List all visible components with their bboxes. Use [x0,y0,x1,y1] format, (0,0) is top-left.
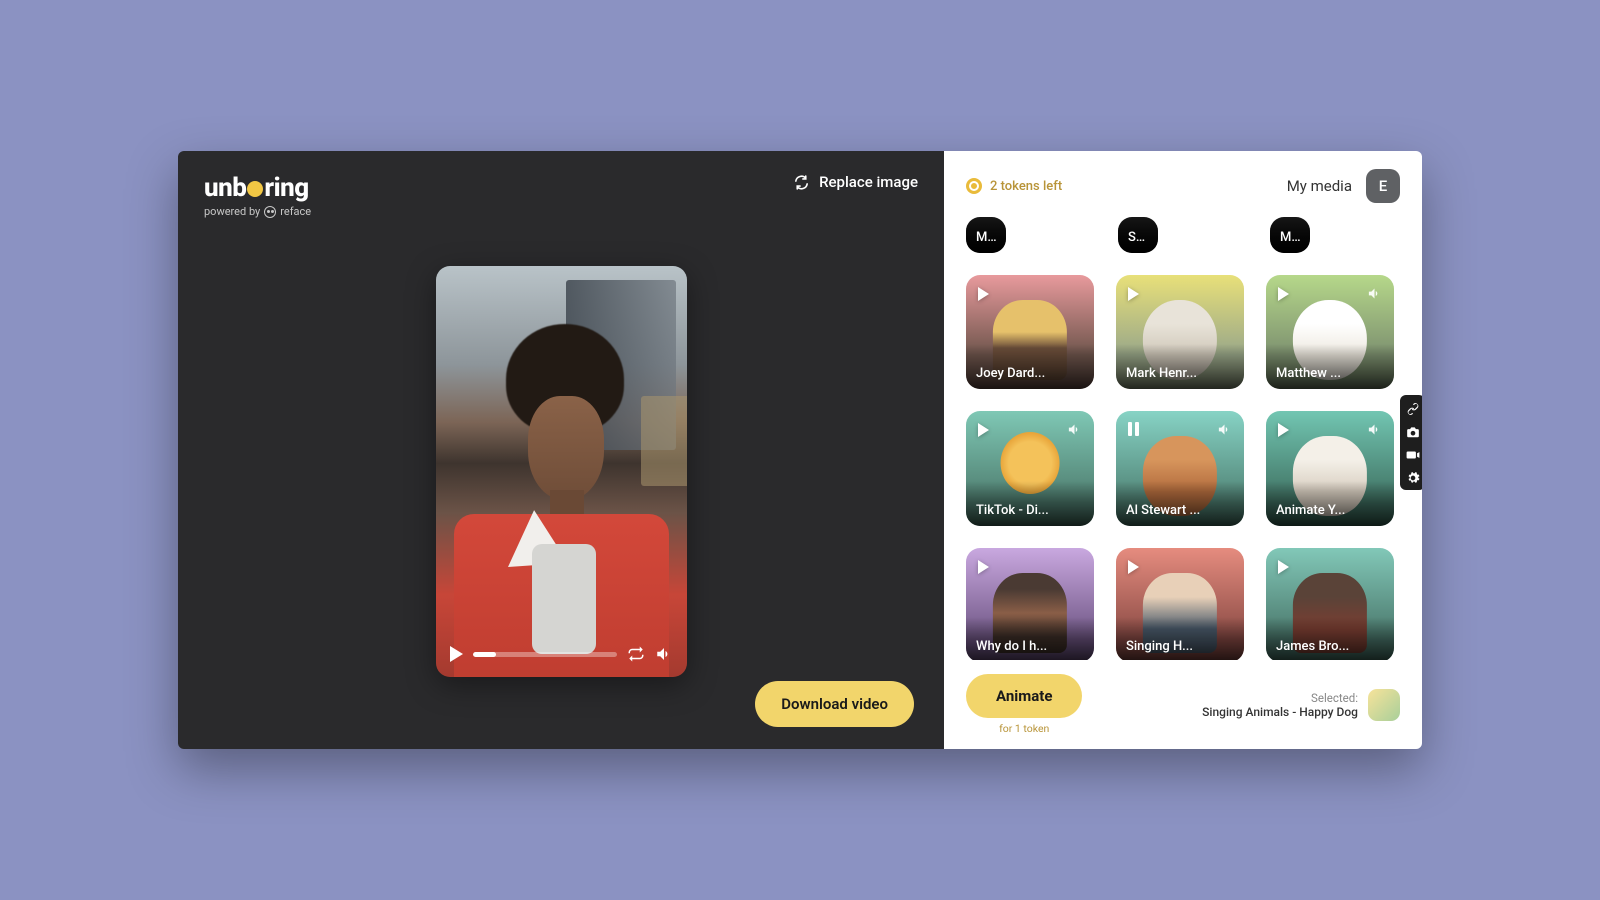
play-icon [978,560,989,574]
template-grid-scroll[interactable]: Marilyn M... So I wake ... Moc s ren... Jo… [966,217,1400,660]
preview-area [204,218,918,725]
template-card[interactable]: So I wake ... [1118,217,1158,253]
card-label: Matthew ... [1266,344,1394,389]
template-card[interactable]: Matthew ... [1266,275,1394,389]
template-row-partial: Marilyn M... So I wake ... Moc s ren... [966,217,1400,253]
sound-icon [1367,286,1382,301]
selected-text: Selected: Singing Animals - Happy Dog [1202,691,1358,719]
card-label: TikTok - Di... [966,481,1094,526]
template-card[interactable]: Why do I h... [966,548,1094,660]
link-tool-icon[interactable] [1406,401,1420,415]
play-icon [1278,423,1289,437]
card-label: Joey Dard... [966,344,1094,389]
card-label: Al Stewart ... [1116,481,1244,526]
sound-icon [1217,422,1232,437]
sound-icon [1367,422,1382,437]
animate-button[interactable]: Animate [966,674,1082,718]
library-footer: Animate for 1 token Selected: Singing An… [966,660,1400,735]
pause-icon [1128,422,1139,436]
token-icon [966,178,982,194]
side-toolbar [1400,395,1422,490]
download-video-button[interactable]: Download video [755,681,914,727]
animate-cost: for 1 token [999,722,1049,735]
tokens-badge[interactable]: 2 tokens left [966,178,1062,194]
replace-image-button[interactable]: Replace image [793,173,918,191]
selected-label: Selected: [1202,691,1358,705]
play-icon [978,287,989,301]
card-label: Moc s ren... [1270,217,1310,253]
camera-tool-icon[interactable] [1406,424,1420,438]
volume-button[interactable] [655,645,673,663]
play-icon [1278,287,1289,301]
template-card[interactable]: Mark Henr... [1116,275,1244,389]
template-card[interactable]: Animate Y... [1266,411,1394,525]
header-right: My media E [1287,169,1400,203]
editor-header: unbring powered by reface Replace image [204,173,918,218]
card-label: Why do I h... [966,617,1094,660]
library-panel: 2 tokens left My media E Marilyn M... So … [944,151,1422,749]
user-avatar[interactable]: E [1366,169,1400,203]
loop-button[interactable] [627,645,645,663]
reface-icon [264,206,276,218]
sound-icon [1067,422,1082,437]
powered-prefix: powered by [204,205,260,218]
template-card[interactable]: Marilyn M... [966,217,1006,253]
template-card[interactable]: TikTok - Di... [966,411,1094,525]
replace-label: Replace image [819,173,918,191]
card-label: James Bro... [1266,617,1394,660]
template-grid: Joey Dard... Mark Henr... Matthew ... TikTo… [966,275,1400,660]
video-tool-icon[interactable] [1406,447,1420,461]
preview-bg [641,396,687,486]
selected-block: Selected: Singing Animals - Happy Dog [1202,689,1400,721]
selected-name: Singing Animals - Happy Dog [1202,705,1358,719]
card-label: Singing H... [1116,617,1244,660]
library-header: 2 tokens left My media E [966,169,1400,203]
card-label: So I wake ... [1118,217,1158,253]
brand-logo: unbring [204,173,311,203]
template-card[interactable]: Moc s ren... [1270,217,1310,253]
play-icon [1128,560,1139,574]
card-label: Mark Henr... [1116,344,1244,389]
logo-dot-icon [247,181,263,197]
play-icon [1128,287,1139,301]
play-icon [1278,560,1289,574]
my-media-link[interactable]: My media [1287,177,1352,195]
card-label: Animate Y... [1266,481,1394,526]
app-window: unbring powered by reface Replace image [178,151,1422,749]
settings-tool-icon[interactable] [1406,470,1420,484]
preview-figure [532,544,596,654]
progress-bar[interactable] [473,652,617,657]
tokens-label: 2 tokens left [990,179,1062,194]
powered-by-name: reface [280,205,311,218]
selected-thumbnail[interactable] [1368,689,1400,721]
template-card[interactable]: Singing H... [1116,548,1244,660]
powered-by: powered by reface [204,205,311,218]
video-controls [450,645,673,663]
template-card[interactable]: Al Stewart ... [1116,411,1244,525]
template-card[interactable]: Joey Dard... [966,275,1094,389]
editor-panel: unbring powered by reface Replace image [178,151,944,749]
progress-fill [473,652,496,657]
replace-icon [793,174,810,191]
play-icon [978,423,989,437]
preview-figure [528,396,604,500]
play-icon[interactable] [450,646,463,662]
video-preview[interactable] [436,266,687,677]
brand-block: unbring powered by reface [204,173,311,218]
animate-block: Animate for 1 token [966,674,1082,735]
card-label: Marilyn M... [966,217,1006,253]
template-card[interactable]: James Bro... [1266,548,1394,660]
